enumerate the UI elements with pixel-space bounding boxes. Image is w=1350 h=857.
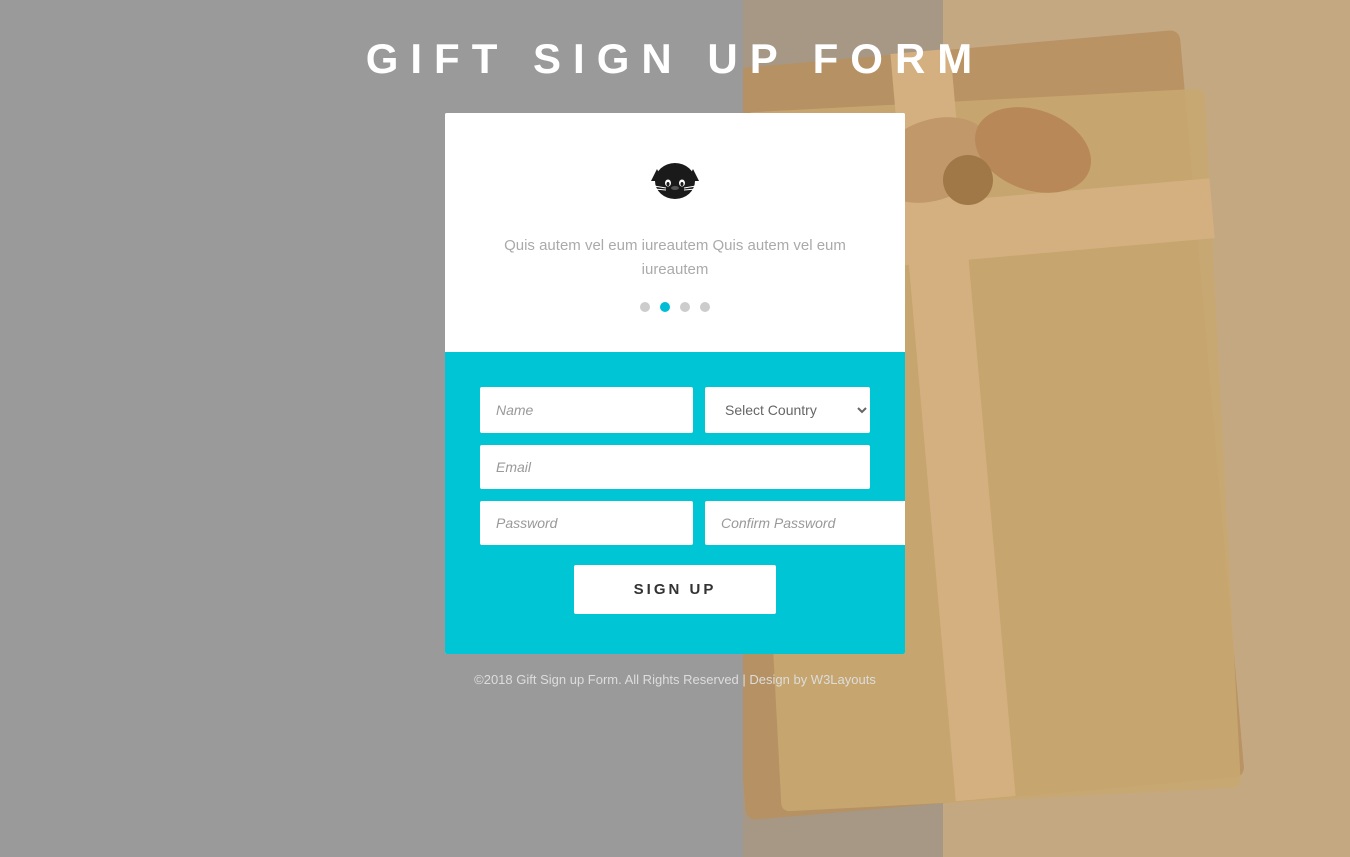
logo-icon (485, 153, 865, 214)
signup-button[interactable]: SIGN UP (574, 565, 777, 614)
card-bottom: Select Country United States United King… (445, 352, 905, 654)
page-header: GIFT SIGN UP FORM (0, 0, 1350, 113)
form-row-3 (480, 501, 870, 545)
dot-1 (640, 302, 650, 312)
page-title: GIFT SIGN UP FORM (0, 35, 1350, 83)
password-input[interactable] (480, 501, 693, 545)
card-description: Quis autem vel eum iureautem Quis autem … (485, 234, 865, 282)
name-input[interactable] (480, 387, 693, 433)
form-row-1: Select Country United States United King… (480, 387, 870, 433)
dot-2 (660, 302, 670, 312)
dots-indicator (485, 302, 865, 312)
dot-4 (700, 302, 710, 312)
confirm-password-input[interactable] (705, 501, 905, 545)
dot-3 (680, 302, 690, 312)
footer-text: ©2018 Gift Sign up Form. All Rights Rese… (474, 672, 876, 687)
bow-knot (943, 155, 993, 205)
country-select[interactable]: Select Country United States United King… (705, 387, 870, 433)
form-card: Quis autem vel eum iureautem Quis autem … (445, 113, 905, 654)
email-input[interactable] (480, 445, 870, 489)
page-footer: ©2018 Gift Sign up Form. All Rights Rese… (0, 654, 1350, 705)
card-top: Quis autem vel eum iureautem Quis autem … (445, 113, 905, 352)
